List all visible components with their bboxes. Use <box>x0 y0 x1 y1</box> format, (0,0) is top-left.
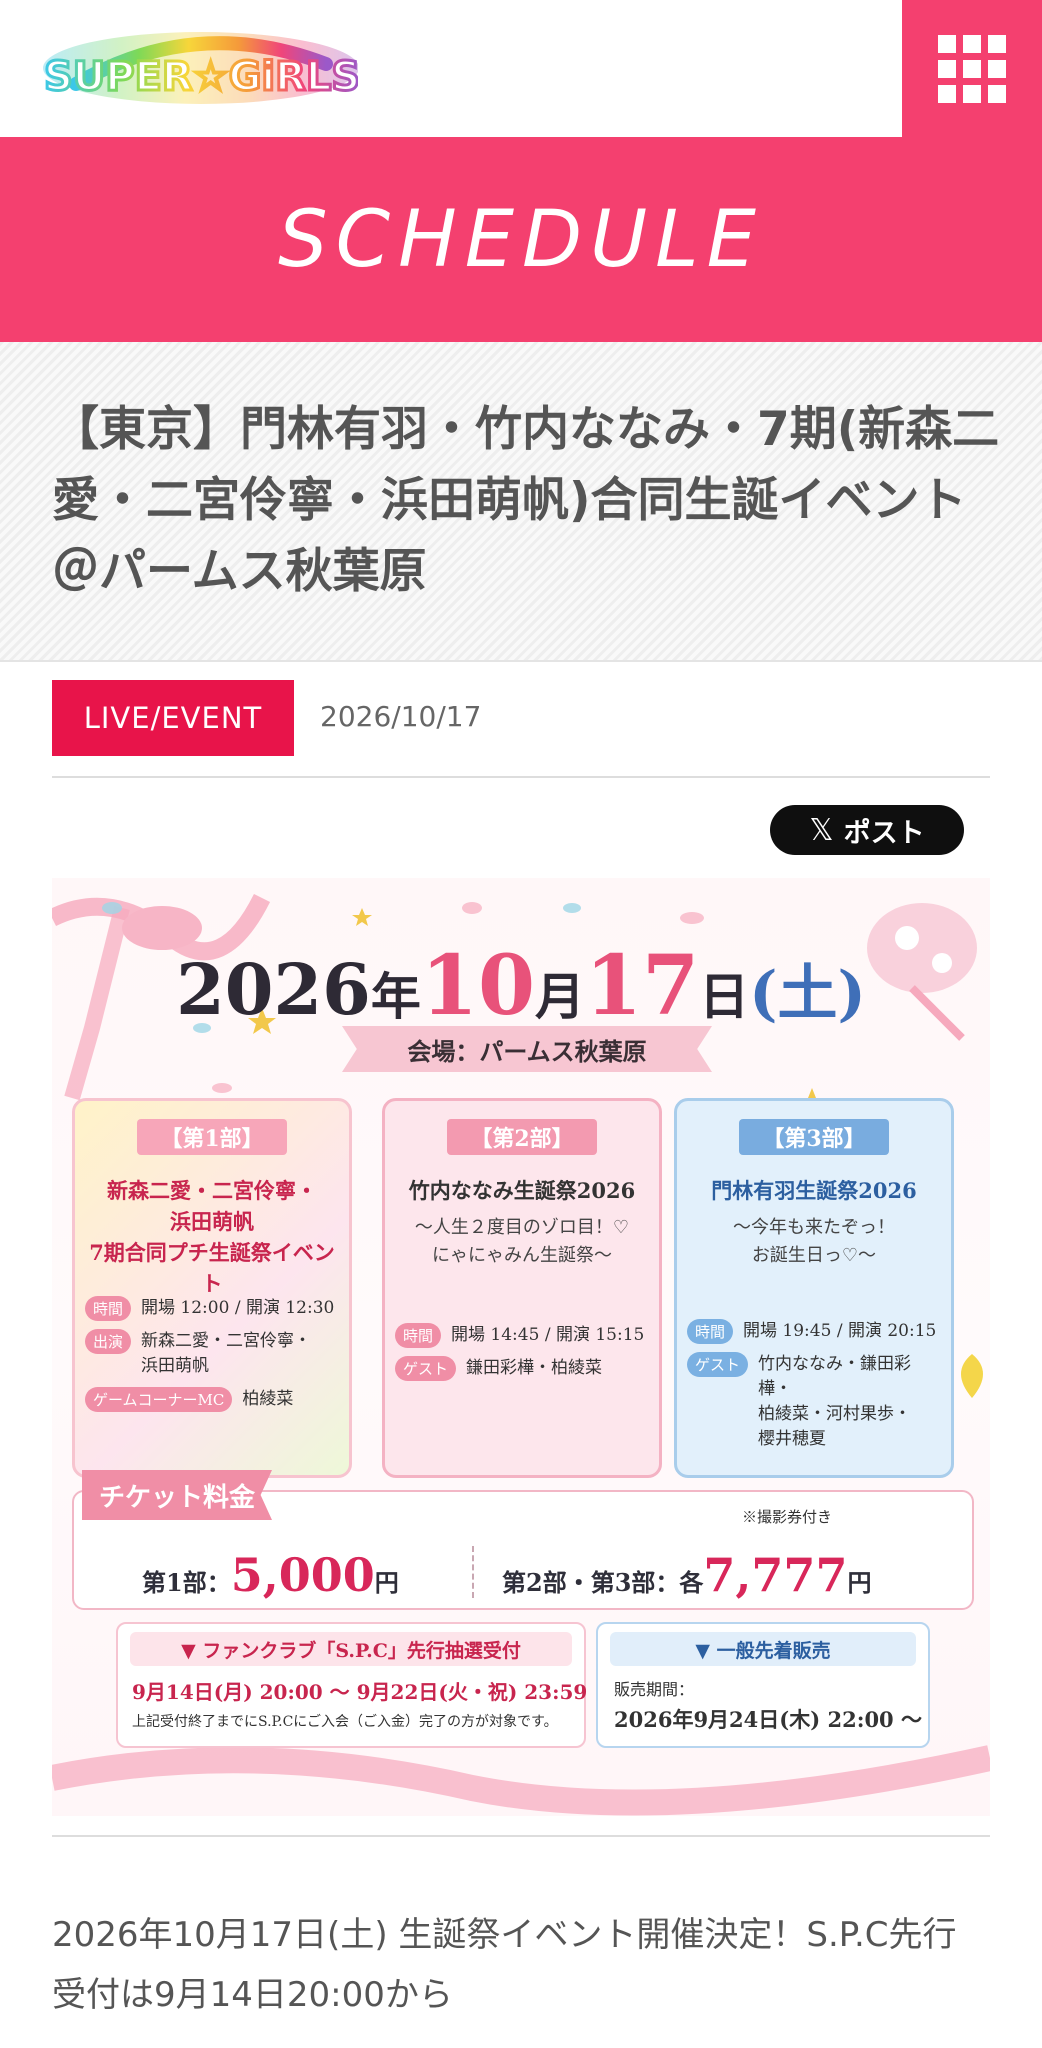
post-button-label: ポスト <box>843 817 925 849</box>
grid-menu-icon <box>938 34 1006 103</box>
page-banner: SCHEDULE <box>0 137 1042 342</box>
ticket-heading: チケット料金 <box>82 1470 272 1520</box>
article-title: 【東京】門林有羽・竹内ななみ・7期(新森二愛・二宮伶寧・浜田萌帆)合同生誕イベン… <box>52 402 1000 599</box>
fc-presale-period: 9月14日(月) 20:00 ～ 9月22日(火・祝) 23:59 <box>132 1680 588 1704</box>
fc-presale-heading: ▼ ファンクラブ「S.P.C」先行抽選受付 <box>130 1632 572 1666</box>
part3-guest: 竹内ななみ・鎌田彩樺・ 柏綾菜・河村果歩・ 櫻井穂夏 <box>758 1354 912 1449</box>
site-header: SUPER☆GiRLS <box>0 0 1042 137</box>
ticket-note: ※撮影券付き <box>742 1508 833 1526</box>
part1-label: 【第1部】 <box>137 1119 287 1155</box>
general-sale-label: 販売期間： <box>614 1680 695 1699</box>
part2-info: 時間 開場 14:45 / 開演 15:15 ゲスト 鎌田彩樺・柏綾菜 <box>395 1323 649 1389</box>
part2-subtitle: ～人生２度目のゾロ目！♡ にゃにゃみん生誕祭～ <box>414 1217 630 1266</box>
part3-label: 【第3部】 <box>739 1119 889 1155</box>
time-tag: 時間 <box>687 1319 734 1344</box>
part1-title: 新森二愛・二宮伶寧・ 浜田萌帆 7期合同プチ生誕祭イベント <box>89 1178 335 1296</box>
super-girls-logo[interactable]: SUPER☆GiRLS <box>36 24 358 118</box>
guest-tag: ゲスト <box>395 1356 457 1381</box>
part1-info: 時間 開場 12:00 / 開演 12:30 出演 新森二愛・二宮伶寧・ 浜田萌帆 … <box>85 1296 339 1420</box>
menu-button[interactable] <box>902 0 1042 137</box>
mc-tag: ゲームコーナーMC <box>85 1387 233 1412</box>
general-sale-box: ▼ 一般先着販売 販売期間： 2026年9月24日(木) 22:00 ～ <box>596 1622 930 1748</box>
part23-price: 第2部・第3部：各7,777円 <box>502 1548 872 1602</box>
part3-card: 【第3部】 門林有羽生誕祭2026 ～今年も来たぞっ！ お誕生日っ♡～ 時間 開場… <box>674 1098 954 1478</box>
part2-title: 竹内ななみ生誕祭2026 <box>408 1178 636 1203</box>
article-title-area: 【東京】門林有羽・竹内ななみ・7期(新森二愛・二宮伶寧・浜田萌帆)合同生誕イベン… <box>0 342 1042 662</box>
part3-subtitle: ～今年も来たぞっ！ お誕生日っ♡～ <box>733 1217 895 1266</box>
category-badge[interactable]: LIVE/EVENT <box>52 680 294 756</box>
flyer-venue: 会場：パームス秋葉原 <box>342 1026 712 1072</box>
x-post-button[interactable]: 𝕏 ポスト <box>770 805 964 855</box>
part2-time: 開場 14:45 / 開演 15:15 <box>451 1325 645 1345</box>
event-flyer: 2026年10月17日(土) 会場：パームス秋葉原 【第1部】 新森二愛・二宮伶… <box>52 878 990 1816</box>
part1-price: 第1部：5,000円 <box>142 1548 399 1602</box>
part3-time: 開場 19:45 / 開演 20:15 <box>743 1321 937 1341</box>
svg-text:SUPER☆GiRLS: SUPER☆GiRLS <box>44 54 358 100</box>
part3-info: 時間 開場 19:45 / 開演 20:15 ゲスト 竹内ななみ・鎌田彩樺・ 柏綾菜… <box>687 1319 941 1460</box>
flyer-event-date: 2026年10月17日(土) <box>176 938 866 1034</box>
divider <box>52 1835 990 1837</box>
divider <box>52 776 990 778</box>
part2-label: 【第2部】 <box>447 1119 597 1155</box>
part3-title: 門林有羽生誕祭2026 <box>711 1178 917 1203</box>
part1-cast: 新森二愛・二宮伶寧・ 浜田萌帆 <box>141 1331 312 1376</box>
page-title: SCHEDULE <box>278 194 764 285</box>
part1-mc: 柏綾菜 <box>242 1389 294 1409</box>
x-logo-icon: 𝕏 <box>809 812 834 848</box>
general-sale-heading: ▼ 一般先着販売 <box>610 1632 916 1666</box>
article-body: 2026年10月17日(土) 生誕祭イベント開催決定！S.P.C先行受付は9月1… <box>52 1915 957 2015</box>
part1-card: 【第1部】 新森二愛・二宮伶寧・ 浜田萌帆 7期合同プチ生誕祭イベント 時間 開場… <box>72 1098 352 1478</box>
cast-tag: 出演 <box>85 1329 132 1354</box>
price-divider <box>472 1546 474 1598</box>
part2-guest: 鎌田彩樺・柏綾菜 <box>466 1358 603 1378</box>
fc-presale-box: ▼ ファンクラブ「S.P.C」先行抽選受付 9月14日(月) 20:00 ～ 9… <box>116 1622 588 1748</box>
time-tag: 時間 <box>85 1296 132 1321</box>
guest-tag: ゲスト <box>687 1352 749 1377</box>
article-date: 2026/10/17 <box>320 700 482 733</box>
general-sale-period: 2026年9月24日(木) 22:00 ～ <box>614 1707 922 1732</box>
part2-card: 【第2部】 竹内ななみ生誕祭2026 ～人生２度目のゾロ目！♡ にゃにゃみん生誕… <box>382 1098 662 1478</box>
part1-time: 開場 12:00 / 開演 12:30 <box>141 1298 335 1318</box>
time-tag: 時間 <box>395 1323 442 1348</box>
fc-presale-note: 上記受付終了までにS.P.Cにご入会（ご入金）完了の方が対象です。 <box>132 1714 558 1730</box>
